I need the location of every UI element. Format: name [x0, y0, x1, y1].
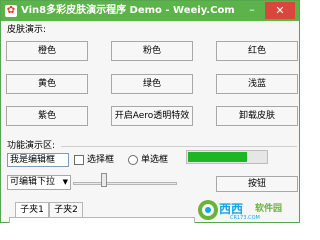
- palette-icon: ✿: [5, 5, 17, 17]
- minimize-button[interactable]: –: [244, 3, 260, 19]
- orange-skin-button[interactable]: 橙色: [6, 41, 88, 61]
- slider-thumb[interactable]: [101, 173, 107, 187]
- red-skin-button[interactable]: 红色: [216, 41, 298, 61]
- radio-label[interactable]: 单选框: [141, 154, 168, 166]
- radio-button[interactable]: [128, 155, 138, 165]
- site-logo-icon: [198, 200, 218, 220]
- purple-skin-button[interactable]: 紫色: [6, 106, 88, 126]
- progress-fill: [188, 152, 247, 162]
- pink-skin-button[interactable]: 粉色: [111, 41, 193, 61]
- editable-dropdown[interactable]: 可编辑下拉 ▼: [7, 175, 71, 190]
- close-button[interactable]: ✕: [265, 2, 295, 19]
- watermark: 西西 软件园 CR173.COM: [197, 198, 297, 222]
- window-title: Vin8多彩皮肤演示程序 Demo - Weeiy.Com: [21, 5, 235, 16]
- watermark-url: CR173.COM: [230, 215, 260, 221]
- skin-section-label: 皮肤演示:: [7, 25, 47, 35]
- aero-effect-button[interactable]: 开启Aero透明特效: [111, 106, 193, 126]
- checkbox[interactable]: [74, 155, 84, 165]
- tab-panel: [9, 217, 195, 223]
- checkbox-label[interactable]: 选择框: [87, 154, 114, 166]
- title-bar[interactable]: ✿ Vin8多彩皮肤演示程序 Demo - Weeiy.Com – ✕: [1, 1, 299, 21]
- demo-button[interactable]: 按钮: [216, 176, 298, 192]
- watermark-subtitle: 软件园: [255, 204, 283, 214]
- feature-section-label: 功能演示区:: [7, 141, 56, 151]
- dropdown-value: 可编辑下拉: [10, 177, 56, 187]
- tab-1[interactable]: 子夹1: [15, 202, 49, 218]
- edit-field[interactable]: 我是编辑框: [7, 153, 69, 167]
- watermark-name: 西西: [219, 202, 244, 216]
- light-blue-skin-button[interactable]: 浅蓝: [216, 74, 298, 94]
- yellow-skin-button[interactable]: 黄色: [6, 74, 88, 94]
- tab-2[interactable]: 子夹2: [49, 202, 83, 218]
- unload-skin-button[interactable]: 卸载皮肤: [216, 106, 298, 126]
- chevron-down-icon[interactable]: ▼: [63, 176, 68, 189]
- green-skin-button[interactable]: 绿色: [111, 74, 193, 94]
- progress-bar: [186, 150, 268, 164]
- slider-track[interactable]: [73, 182, 177, 185]
- section-divider: [61, 146, 297, 147]
- app-window: ✿ Vin8多彩皮肤演示程序 Demo - Weeiy.Com – ✕ 皮肤演示…: [0, 0, 300, 223]
